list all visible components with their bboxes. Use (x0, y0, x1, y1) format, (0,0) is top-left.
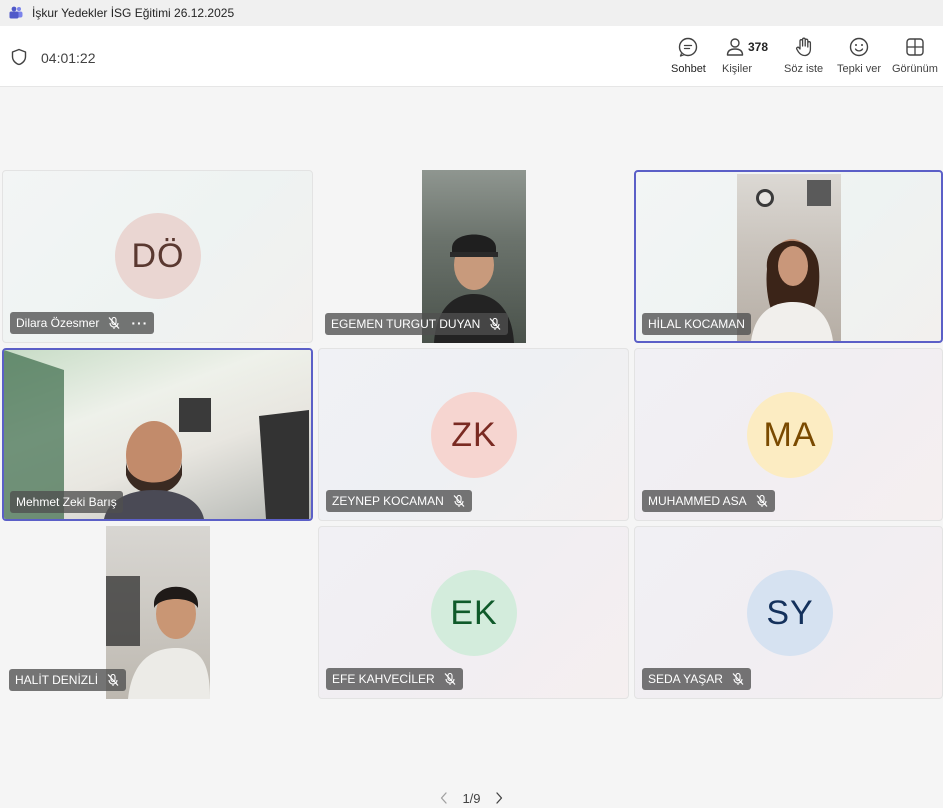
gallery-pager: 1/9 (0, 789, 943, 807)
participant-tile[interactable]: EGEMEN TURGUT DUYAN (318, 170, 629, 343)
meeting-toolbar: 04:01:22 Sohbet 378 Kişiler Söz iste Tep… (0, 26, 943, 91)
participant-avatar: MA (747, 392, 833, 478)
teams-icon (8, 5, 24, 21)
mic-muted-icon (444, 672, 456, 685)
grid-view-icon (906, 38, 924, 56)
participant-avatar: EK (431, 570, 517, 656)
title-bar: İşkur Yedekler İSG Eğitimi 26.12.2025 (0, 0, 943, 26)
more-options-icon[interactable]: ··· (131, 315, 148, 331)
previous-page-button[interactable] (434, 790, 454, 806)
people-count: 378 (748, 40, 769, 54)
participant-name-tag: HİLAL KOCAMAN (642, 313, 751, 335)
participant-name-tag: EGEMEN TURGUT DUYAN (325, 313, 509, 335)
participant-tile[interactable]: ZK ZEYNEP KOCAMAN (318, 348, 629, 521)
participant-name-tag: Mehmet Zeki Barış (10, 491, 123, 513)
meeting-timer: 04:01:22 (41, 50, 96, 66)
people-icon (726, 38, 744, 56)
avatar-initials: MA (763, 415, 817, 454)
participant-video (737, 174, 841, 341)
participant-avatar: DÖ (115, 213, 201, 299)
avatar-initials: DÖ (131, 236, 185, 275)
mic-muted-icon (107, 673, 119, 686)
mic-muted-icon (453, 494, 465, 507)
participant-name-tag: EFE KAHVECİLER (326, 668, 463, 690)
chat-icon (679, 37, 698, 57)
participant-name-tag: HALİT DENİZLİ (9, 669, 127, 691)
view-button[interactable]: Görünüm (892, 36, 938, 82)
mic-muted-icon (756, 494, 768, 507)
react-button[interactable]: Tepki ver (837, 36, 881, 82)
participant-tile-speaking[interactable]: Mehmet Zeki Barış (2, 348, 313, 521)
avatar-initials: ZK (451, 415, 497, 454)
participant-tile[interactable]: SY SEDA YAŞAR (634, 526, 943, 699)
mic-muted-icon (732, 672, 744, 685)
participant-name-tag: MUHAMMED ASA (642, 490, 775, 512)
chevron-right-icon (495, 792, 502, 804)
participant-name-tag: SEDA YAŞAR (642, 668, 751, 690)
participant-avatar: ZK (431, 392, 517, 478)
participant-name-tag: ZEYNEP KOCAMAN (326, 490, 472, 512)
avatar-initials: SY (766, 593, 814, 632)
page-indicator: 1/9 (462, 790, 481, 806)
participant-tile[interactable]: DÖ Dilara Özesmer ··· (2, 170, 313, 343)
participant-tile-speaking[interactable]: HİLAL KOCAMAN (634, 170, 943, 343)
avatar-initials: EK (450, 593, 498, 632)
shield-icon[interactable] (10, 48, 28, 66)
smiley-icon (849, 37, 869, 57)
video-stage: DÖ Dilara Özesmer ··· EGEMEN TURGUT DUYA… (0, 87, 943, 808)
chevron-left-icon (441, 792, 448, 804)
window-title: İşkur Yedekler İSG Eğitimi 26.12.2025 (32, 6, 235, 20)
participant-name-tag: Dilara Özesmer ··· (10, 312, 155, 334)
mic-muted-icon (489, 317, 501, 330)
next-page-button[interactable] (489, 790, 509, 806)
raise-hand-icon (795, 37, 811, 57)
participant-avatar: SY (747, 570, 833, 656)
mic-muted-icon (108, 316, 120, 329)
participant-tile[interactable]: MA MUHAMMED ASA (634, 348, 943, 521)
participant-tile[interactable]: HALİT DENİZLİ (2, 526, 313, 699)
people-button[interactable]: 378 Kişiler (722, 36, 769, 82)
raise-hand-button[interactable]: Söz iste (784, 36, 823, 82)
chat-button[interactable]: Sohbet (666, 36, 711, 91)
participant-tile[interactable]: EK EFE KAHVECİLER (318, 526, 629, 699)
